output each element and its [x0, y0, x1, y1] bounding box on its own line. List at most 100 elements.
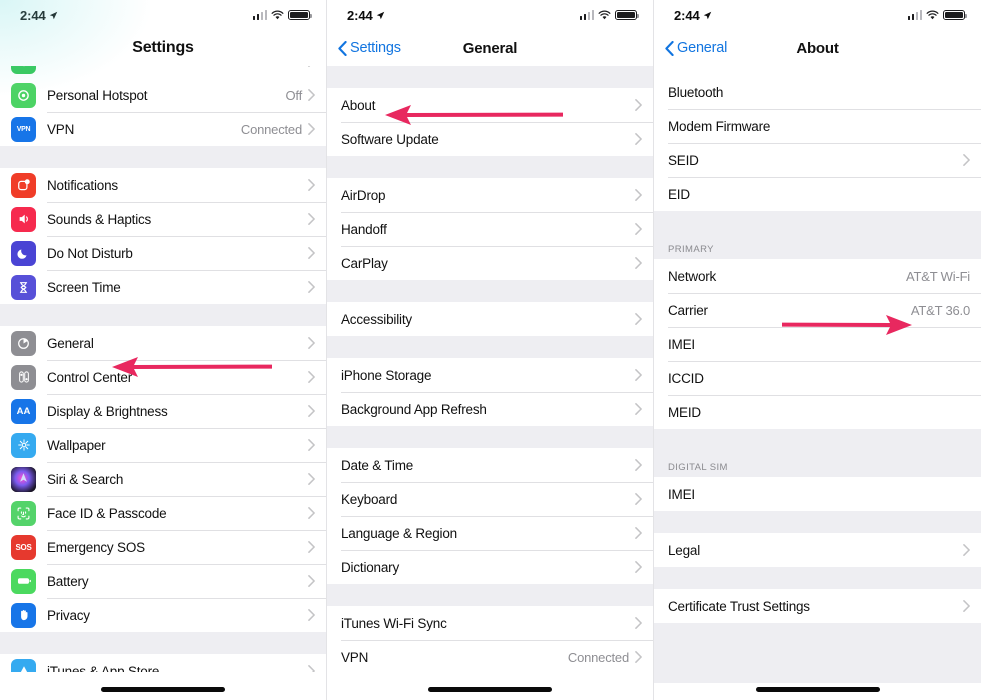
list-item-handoff[interactable]: Handoff — [327, 212, 653, 246]
list-item-language-region[interactable]: Language & Region — [327, 516, 653, 550]
sidebar-item-label: Wallpaper — [47, 437, 106, 453]
list-item-carrier[interactable]: Carrier AT&T 36.0 — [654, 293, 981, 327]
battery-icon — [943, 9, 967, 21]
section-gap — [327, 336, 653, 358]
list-item-value: AT&T Wi-Fi — [906, 268, 970, 284]
section-gap — [0, 304, 326, 326]
back-button-settings[interactable]: Settings — [338, 40, 401, 56]
list-item-label: AirDrop — [341, 187, 386, 203]
do-not-disturb-icon — [11, 240, 36, 266]
list-item-label: CarPlay — [341, 255, 388, 271]
chevron-left-icon — [665, 40, 674, 56]
location-arrow-icon — [376, 11, 384, 19]
section-gap — [654, 429, 981, 451]
list-item-dictionary[interactable]: Dictionary — [327, 550, 653, 584]
signal-bars-icon — [579, 10, 594, 20]
sidebar-item-label: Emergency SOS — [47, 539, 145, 555]
sidebar-item-itunes-app-store[interactable]: iTunes & App Store — [0, 654, 326, 672]
list-item-network[interactable]: Network AT&T Wi-Fi — [654, 259, 981, 293]
list-item-modem-firmware[interactable]: Modem Firmware — [654, 109, 981, 143]
chevron-right-icon — [635, 257, 642, 269]
sidebar-item-cellular[interactable]: Cellular — [0, 66, 326, 78]
sidebar-item-privacy[interactable]: Privacy — [0, 598, 326, 632]
status-bar-time: 2:44 — [347, 7, 373, 23]
sidebar-item-personal-hotspot[interactable]: Personal Hotspot Off — [0, 78, 326, 112]
list-item-eid[interactable]: EID — [654, 177, 981, 211]
list-item-imei-primary[interactable]: IMEI — [654, 327, 981, 361]
page-title: General — [462, 39, 518, 57]
list-item-imei-digital-sim[interactable]: IMEI — [654, 477, 981, 511]
wallpaper-icon — [11, 432, 36, 458]
settings-clipped-top: Cellular — [0, 66, 326, 78]
sidebar-item-notifications[interactable]: Notifications — [0, 168, 326, 202]
sidebar-item-siri-search[interactable]: Siri & Search — [0, 462, 326, 496]
section-header-primary: PRIMARY — [654, 233, 981, 259]
chevron-right-icon — [635, 369, 642, 381]
chevron-right-icon — [635, 133, 642, 145]
battery-icon — [615, 9, 639, 21]
back-button-general[interactable]: General — [665, 40, 727, 56]
sidebar-item-emergency-sos[interactable]: SOS Emergency SOS — [0, 530, 326, 564]
control-center-icon — [11, 364, 36, 390]
list-item-bluetooth[interactable]: Bluetooth — [654, 75, 981, 109]
list-item-label: Network — [668, 268, 717, 284]
chevron-right-icon — [308, 405, 315, 417]
status-bar-time-group: 2:44 — [20, 8, 58, 23]
list-item-keyboard[interactable]: Keyboard — [327, 482, 653, 516]
chevron-right-icon — [635, 561, 642, 573]
list-item-certificate-trust-settings[interactable]: Certificate Trust Settings — [654, 589, 981, 623]
wifi-icon — [926, 10, 939, 20]
list-item-accessibility[interactable]: Accessibility — [327, 302, 653, 336]
list-item-about[interactable]: About — [327, 88, 653, 122]
sidebar-item-label: Battery — [47, 573, 89, 589]
sidebar-item-vpn[interactable]: VPN VPN Connected — [0, 112, 326, 146]
notifications-icon — [11, 172, 36, 198]
list-item-legal[interactable]: Legal — [654, 533, 981, 567]
sidebar-item-label: Siri & Search — [47, 471, 124, 487]
sidebar-item-battery[interactable]: Battery — [0, 564, 326, 598]
list-item-airdrop[interactable]: AirDrop — [327, 178, 653, 212]
list-item-meid[interactable]: MEID — [654, 395, 981, 429]
list-item-iphone-storage[interactable]: iPhone Storage — [327, 358, 653, 392]
privacy-hand-icon — [11, 602, 36, 628]
sidebar-item-wallpaper[interactable]: Wallpaper — [0, 428, 326, 462]
sidebar-item-do-not-disturb[interactable]: Do Not Disturb — [0, 236, 326, 270]
sidebar-item-control-center[interactable]: Control Center — [0, 360, 326, 394]
vpn-icon: VPN — [11, 116, 36, 142]
section-gap — [654, 623, 981, 683]
sidebar-item-label: General — [47, 335, 94, 351]
list-item-partial[interactable] — [654, 66, 981, 75]
list-item-seid[interactable]: SEID — [654, 143, 981, 177]
list-item-itunes-wifi-sync[interactable]: iTunes Wi-Fi Sync — [327, 606, 653, 640]
list-item-software-update[interactable]: Software Update — [327, 122, 653, 156]
section-gap — [327, 584, 653, 606]
list-item-carplay[interactable]: CarPlay — [327, 246, 653, 280]
sidebar-item-general[interactable]: General — [0, 326, 326, 360]
section-gap — [654, 567, 981, 589]
sidebar-item-screen-time[interactable]: Screen Time — [0, 270, 326, 304]
list-item-label: Date & Time — [341, 457, 414, 473]
chevron-right-icon — [308, 541, 315, 553]
list-item-background-app-refresh[interactable]: Background App Refresh — [327, 392, 653, 426]
siri-search-icon — [11, 466, 36, 492]
list-item-iccid[interactable]: ICCID — [654, 361, 981, 395]
list-item-value: Connected — [567, 649, 629, 665]
chevron-right-icon — [635, 493, 642, 505]
cellular-icon — [11, 66, 36, 74]
sidebar-item-value: Connected — [240, 121, 302, 137]
sidebar-item-face-id-passcode[interactable]: Face ID & Passcode — [0, 496, 326, 530]
chevron-right-icon — [308, 371, 315, 383]
list-item-label: IMEI — [668, 486, 695, 502]
chevron-right-icon — [963, 600, 970, 612]
sidebar-item-sounds-haptics[interactable]: Sounds & Haptics — [0, 202, 326, 236]
list-item-date-time[interactable]: Date & Time — [327, 448, 653, 482]
status-bar: 2:44 — [327, 0, 653, 30]
status-bar: 2:44 — [0, 0, 326, 30]
sidebar-item-value: Off — [285, 87, 302, 103]
general-list: About Software Update AirDrop Handoff Ca… — [327, 66, 653, 674]
list-item-vpn[interactable]: VPN Connected — [327, 640, 653, 674]
status-bar-time: 2:44 — [20, 7, 46, 23]
back-button-label: Settings — [350, 40, 401, 56]
list-item-label: MEID — [668, 404, 701, 420]
sidebar-item-display-brightness[interactable]: AA Display & Brightness — [0, 394, 326, 428]
